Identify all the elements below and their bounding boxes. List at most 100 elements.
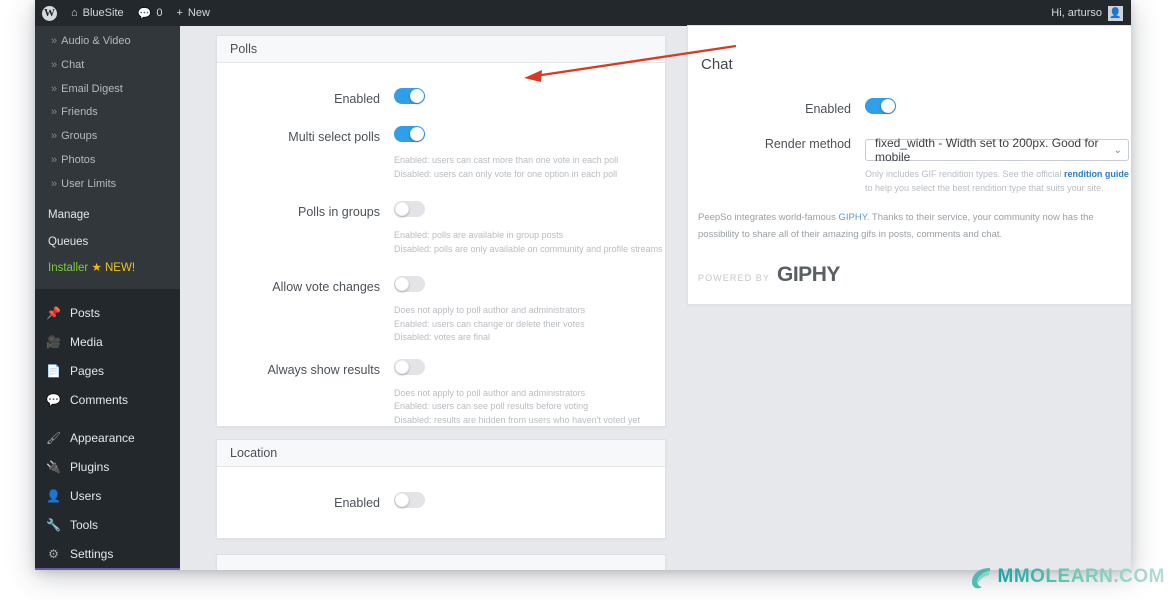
mmolearn-swirl-logo (971, 568, 990, 589)
location-panel: Location Enabled (216, 439, 666, 539)
gecko-submenu: » Audio & Video » Chat » Email Digest » Frie… (35, 26, 180, 290)
sidebar-item-label: Comments (70, 392, 129, 407)
comments-count: 0 (156, 6, 163, 19)
sidebar-item-posts[interactable]: 📌 Posts (35, 298, 180, 327)
sidebar-item-media[interactable]: 🎥 Media (35, 327, 180, 356)
sidebar-item-label: Email Digest (61, 82, 123, 95)
multi-select-polls-toggle[interactable] (394, 126, 425, 142)
chevron-right-icon: » (51, 58, 58, 71)
sidebar-item-label: Media (70, 334, 103, 349)
sidebar-item-label: Chat (61, 58, 85, 71)
user-icon: 👤 (46, 488, 61, 503)
chevron-right-icon: » (51, 35, 58, 47)
sidebar-item-label: Tools (70, 517, 99, 532)
sidebar-item-pages[interactable]: 📄 Pages (35, 356, 180, 385)
comment-icon: 💬 (46, 392, 61, 407)
admin-sidebar[interactable]: » Audio & Video » Chat » Email Digest » Frie… (35, 26, 180, 570)
plug-icon: 🔌 (46, 459, 61, 474)
polls-panel: Polls Enabled Multi select polls Enabled… (216, 35, 666, 467)
sidebar-item-tools[interactable]: 🔧 Tools (35, 510, 180, 539)
polls-in-groups-toggle[interactable] (394, 201, 425, 217)
sidebar-item-audio-video[interactable]: » Audio & Video (35, 30, 180, 54)
site-name-menu[interactable]: ⌂ BlueSite (64, 0, 131, 26)
chevron-right-icon: » (51, 177, 58, 190)
always-show-results-toggle[interactable] (394, 358, 425, 375)
sidebar-item-label: Audio & Video (61, 35, 131, 47)
giphy-description: PeepSo integrates world-famous GIPHY. Th… (698, 212, 1094, 241)
sidebar-item-gecko[interactable]: 📌 Gecko (35, 568, 180, 570)
multi-select-polls-row: Multi select polls Enabled: users can ca… (217, 126, 665, 181)
giphy-link[interactable]: GIPHY (838, 212, 866, 223)
wordpress-logo-icon: W (42, 5, 57, 21)
account-menu[interactable]: Hi, arturso 👤 (1051, 5, 1131, 21)
installer-label: Installer (48, 262, 89, 274)
star-icon: ★ (91, 262, 102, 274)
render-method-value: fixed_width - Width set to 200px. Good f… (875, 136, 1099, 164)
sidebar-item-plugins[interactable]: 🔌 Plugins (35, 452, 180, 481)
chevron-down-icon: ⌄ (1113, 144, 1122, 156)
sidebar-item-label: Pages (70, 363, 105, 378)
plus-icon: + (176, 7, 183, 19)
sidebar-item-label: Appearance (70, 430, 135, 445)
sidebar-item-label: Photos (61, 153, 96, 166)
sidebar-item-user-limits[interactable]: » User Limits (35, 173, 180, 197)
location-enabled-toggle[interactable] (394, 492, 425, 508)
sidebar-item-appearance[interactable]: 🖌 Appearance (35, 423, 180, 452)
sidebar-item-installer[interactable]: Installer ★ NEW! (35, 255, 180, 281)
multi-select-polls-label: Multi select polls (288, 130, 380, 144)
new-label: New (187, 6, 210, 19)
chevron-right-icon: » (51, 82, 58, 95)
chat-enabled-label: Enabled (805, 102, 851, 116)
render-method-description: Only includes GIF rendition types. See t… (865, 169, 1129, 193)
sidebar-item-comments[interactable]: 💬 Comments (35, 385, 180, 414)
render-method-select[interactable]: fixed_width - Width set to 200px. Good f… (865, 136, 1129, 164)
sidebar-item-groups[interactable]: » Groups (35, 125, 180, 149)
sidebar-item-photos[interactable]: » Photos (35, 149, 180, 173)
sidebar-item-settings[interactable]: ⚙ Settings (35, 539, 180, 568)
sidebar-item-users[interactable]: 👤 Users (35, 481, 180, 510)
always-show-results-description: Does not apply to poll author and admini… (394, 387, 640, 425)
comments-bubble[interactable]: 💬 0 (131, 0, 170, 26)
wrench-icon: 🔧 (46, 517, 61, 532)
polls-enabled-label: Enabled (334, 92, 380, 106)
render-method-row: Render method fixed_width - Width set to… (688, 134, 1131, 195)
wp-logo-menu[interactable]: W (35, 0, 64, 26)
location-panel-title: Location (217, 440, 665, 467)
polls-in-groups-description: Enabled: polls are available in group po… (394, 230, 663, 254)
site-name-label: BlueSite (82, 6, 124, 19)
home-icon: ⌂ (71, 7, 78, 19)
allow-vote-changes-description: Does not apply to poll author and admini… (394, 305, 586, 342)
render-method-label: Render method (764, 137, 851, 151)
always-show-results-label: Always show results (267, 362, 380, 377)
allow-vote-changes-toggle[interactable] (394, 276, 425, 292)
powered-by-label: POWERED BY (698, 273, 771, 284)
chat-enabled-row: Enabled (688, 98, 1131, 119)
chevron-right-icon: » (51, 130, 58, 142)
sidebar-item-queues[interactable]: Queues (35, 229, 180, 255)
sidebar-item-label: Plugins (70, 459, 110, 474)
sidebar-item-email-digest[interactable]: » Email Digest (35, 78, 180, 102)
chevron-right-icon: » (51, 153, 58, 166)
chat-enabled-toggle[interactable] (865, 98, 896, 114)
sidebar-item-chat[interactable]: » Chat (35, 54, 180, 78)
sidebar-item-label: User Limits (61, 177, 117, 190)
greeting-label: Hi, arturso (1051, 7, 1102, 19)
sidebar-item-label: Users (70, 488, 102, 503)
next-panel-peek (216, 554, 666, 570)
sidebar-item-label: Friends (61, 106, 98, 119)
location-enabled-row: Enabled (217, 492, 665, 513)
sidebar-item-manage[interactable]: Manage (35, 202, 180, 228)
watermark-text: MMOLEARN.COM (997, 566, 1165, 587)
polls-enabled-row: Enabled (217, 88, 665, 109)
next-panel-title (217, 555, 665, 570)
polls-enabled-toggle[interactable] (394, 88, 425, 104)
new-content-menu[interactable]: + New (169, 0, 216, 26)
sidebar-item-friends[interactable]: » Friends (35, 101, 180, 125)
rendition-guide-link[interactable]: rendition guide (1064, 169, 1129, 179)
polls-in-groups-row: Polls in groups Enabled: polls are avail… (217, 201, 665, 256)
sidebar-item-label: Settings (70, 546, 114, 561)
wp-admin-bar: W ⌂ BlueSite 💬 0 + New Hi, arturso 👤 (35, 0, 1131, 26)
always-show-results-row: Always show results Does not apply to po… (217, 358, 665, 428)
pin-icon: 📌 (46, 305, 61, 320)
comment-icon: 💬 (137, 7, 152, 20)
